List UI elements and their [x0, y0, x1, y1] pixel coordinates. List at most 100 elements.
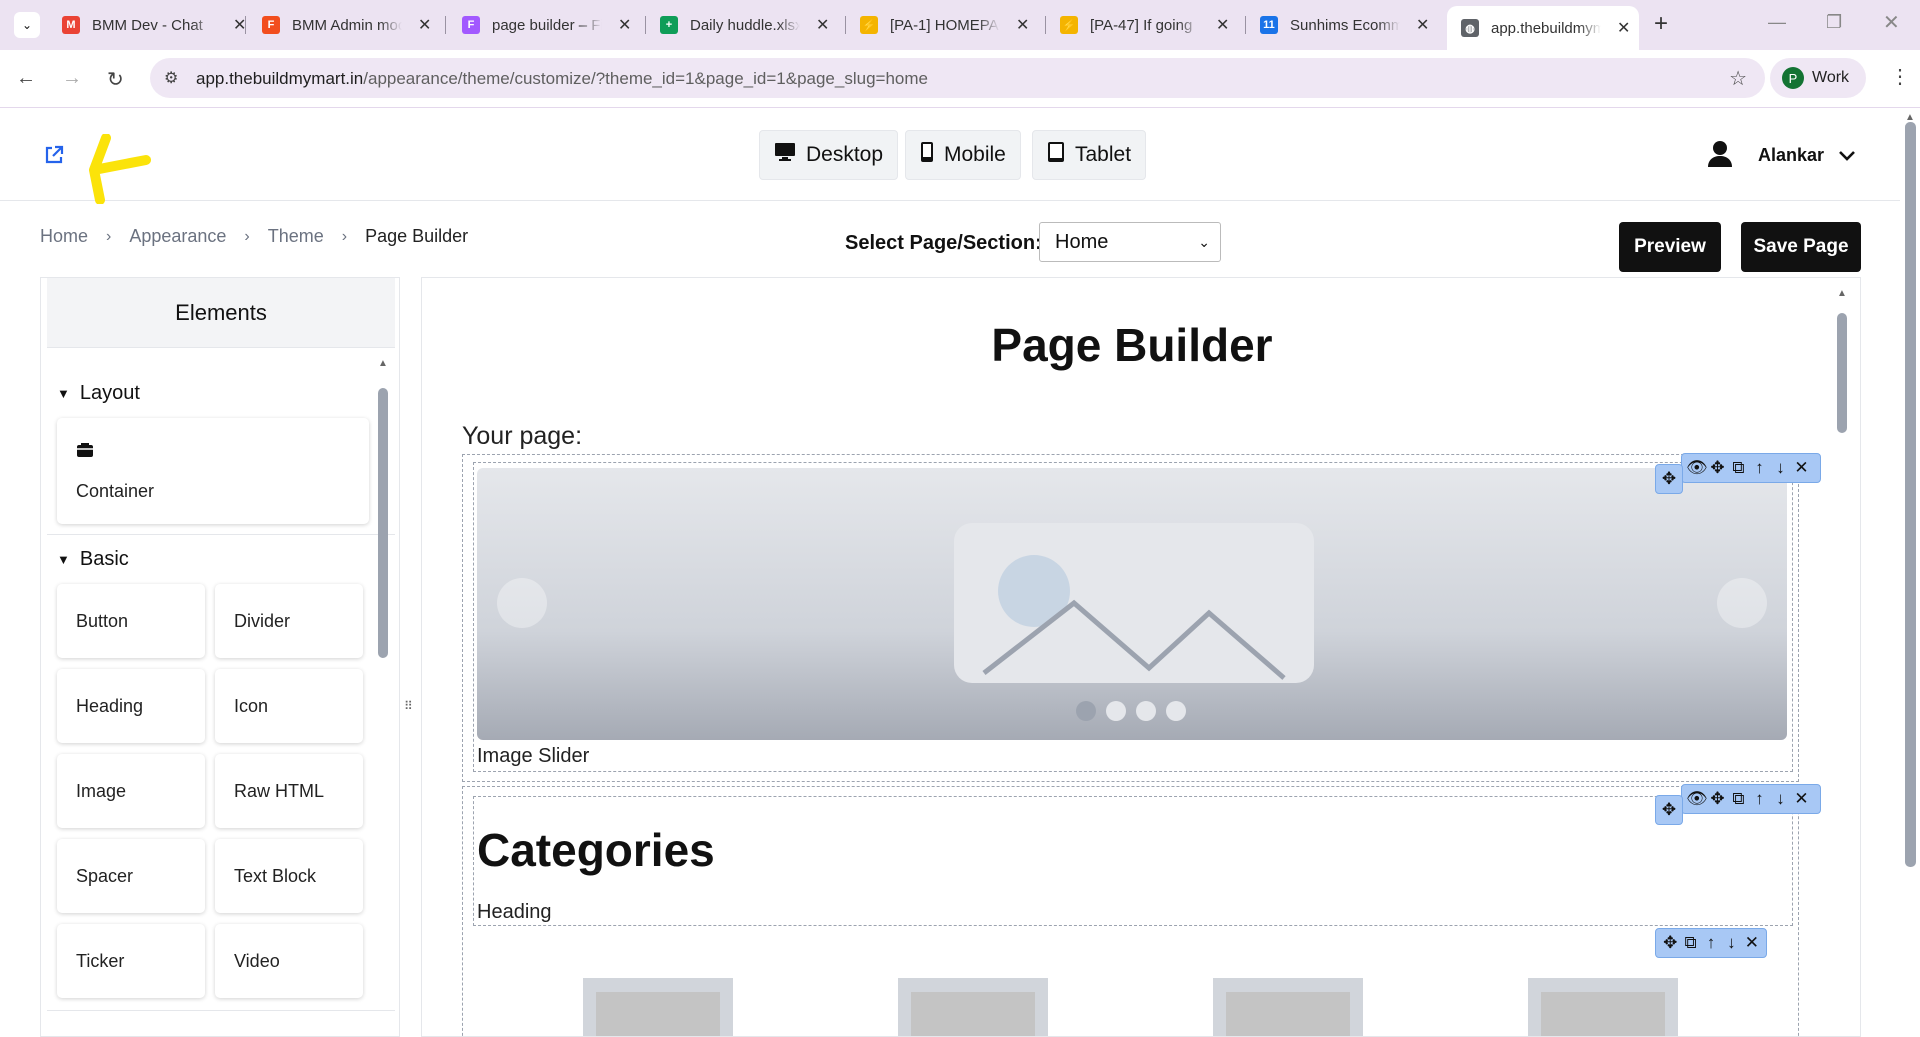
mobile-view-button[interactable]: Mobile — [905, 130, 1021, 180]
copy-icon[interactable]: ⧉ — [1728, 458, 1749, 478]
close-icon[interactable]: ✕ — [418, 15, 431, 35]
device-label: Tablet — [1075, 143, 1132, 166]
browser-tab-active[interactable]: ◍ app.thebuildmymart.in ✕ — [1447, 6, 1639, 50]
resize-handle-icon[interactable]: ⠿ — [404, 699, 413, 713]
scroll-up-icon[interactable]: ▲ — [378, 358, 388, 369]
tab-search-icon[interactable]: ⌄ — [14, 12, 40, 38]
desktop-view-button[interactable]: Desktop — [759, 130, 899, 180]
user-name[interactable]: Alankar — [1758, 145, 1824, 166]
browser-tab[interactable]: M BMM Dev - Chat ✕ — [62, 10, 246, 40]
chevron-down-icon[interactable] — [1838, 150, 1856, 162]
app-topbar: Desktop Mobile Tablet Alankar — [0, 108, 1900, 201]
restore-icon[interactable]: ❐ — [1826, 12, 1842, 33]
basic-section-toggle[interactable]: ▼ Basic — [57, 548, 129, 571]
tablet-view-button[interactable]: Tablet — [1032, 130, 1147, 180]
eye-icon[interactable]: 👁 — [1686, 458, 1708, 478]
element-text-block[interactable]: Text Block — [215, 839, 363, 913]
element-button[interactable]: Button — [57, 584, 205, 658]
star-icon[interactable]: ☆ — [1729, 66, 1747, 91]
element-divider[interactable]: Divider — [215, 584, 363, 658]
element-heading[interactable]: Heading — [57, 669, 205, 743]
annotation-arrow-icon — [89, 134, 151, 204]
elements-scrollbar[interactable]: ▲ — [377, 358, 389, 1018]
forward-icon[interactable]: → — [62, 67, 82, 90]
move-icon[interactable]: ✥ — [1660, 469, 1678, 489]
external-link-icon[interactable] — [43, 144, 65, 166]
arrow-down-icon[interactable]: ↓ — [1770, 789, 1791, 809]
close-icon[interactable]: ✕ — [816, 15, 829, 35]
slider-dot[interactable] — [1136, 701, 1156, 721]
slider-next-button[interactable] — [1717, 578, 1767, 628]
browser-tab[interactable]: F page builder – Figma ✕ — [462, 10, 631, 40]
browser-tab[interactable]: F BMM Admin mockup ✕ — [262, 10, 431, 40]
browser-tab[interactable]: ⚡ [PA-1] HOMEPAGE ✕ — [860, 10, 1029, 40]
close-icon[interactable]: ✕ — [1216, 15, 1229, 35]
close-icon[interactable]: ✕ — [1016, 15, 1029, 35]
category-thumbnail[interactable] — [583, 978, 733, 1036]
layout-section-toggle[interactable]: ▼ Layout — [57, 382, 140, 405]
move-icon[interactable]: ✥ — [1660, 800, 1678, 820]
back-icon[interactable]: ← — [16, 67, 36, 90]
breadcrumb-theme[interactable]: Theme — [268, 226, 324, 247]
omnibox[interactable]: ⚙ app.thebuildmymart.in/appearance/theme… — [150, 58, 1765, 98]
save-page-button[interactable]: Save Page — [1741, 222, 1861, 272]
site-info-icon[interactable]: ⚙ — [164, 68, 178, 88]
move-icon[interactable]: ✥ — [1707, 789, 1728, 809]
user-icon[interactable] — [1707, 140, 1733, 168]
arrow-down-icon[interactable]: ↓ — [1721, 933, 1741, 953]
element-raw-html[interactable]: Raw HTML — [215, 754, 363, 828]
arrow-up-icon[interactable]: ↑ — [1749, 789, 1770, 809]
element-icon[interactable]: Icon — [215, 669, 363, 743]
select-page-dropdown[interactable]: Home ⌄ — [1039, 222, 1221, 262]
element-container[interactable]: Container — [57, 418, 369, 524]
arrow-up-icon[interactable]: ↑ — [1749, 458, 1770, 478]
page-scrollbar-thumb[interactable] — [1905, 122, 1916, 867]
minimize-icon[interactable]: — — [1768, 12, 1786, 33]
box-icon — [77, 443, 93, 457]
reload-icon[interactable]: ↻ — [107, 67, 124, 92]
tab-title: Sunhims Ecommerce — [1290, 16, 1400, 34]
arrow-up-icon[interactable]: ↑ — [1701, 933, 1721, 953]
browser-tab[interactable]: 11 Sunhims Ecommerce ✕ — [1260, 10, 1429, 40]
eye-icon[interactable]: 👁 — [1686, 789, 1708, 809]
close-icon[interactable]: ✕ — [1742, 933, 1762, 953]
arrow-down-icon[interactable]: ↓ — [1770, 458, 1791, 478]
image-slider[interactable] — [477, 468, 1787, 740]
slider-prev-button[interactable] — [497, 578, 547, 628]
browser-tab[interactable]: + Daily huddle.xlsx ✕ — [660, 10, 829, 40]
slider-dot-active[interactable] — [1076, 701, 1096, 721]
desktop-icon — [774, 142, 796, 168]
slider-dot[interactable] — [1106, 701, 1126, 721]
menu-icon[interactable]: ⋮ — [1890, 64, 1910, 89]
browser-tab[interactable]: ⚡ [PA-47] If going ✕ — [1060, 10, 1229, 40]
canvas-scrollbar-thumb[interactable] — [1837, 313, 1847, 433]
breadcrumb-appearance[interactable]: Appearance — [129, 226, 226, 247]
scrollbar-thumb[interactable] — [378, 388, 388, 658]
copy-icon[interactable]: ⧉ — [1680, 933, 1700, 953]
element-spacer[interactable]: Spacer — [57, 839, 205, 913]
breadcrumb-home[interactable]: Home — [40, 226, 88, 247]
window-close-icon[interactable]: ✕ — [1883, 10, 1900, 35]
close-icon[interactable]: ✕ — [618, 15, 631, 35]
url-text[interactable]: app.thebuildmymart.in/appearance/theme/c… — [196, 69, 928, 89]
move-icon[interactable]: ✥ — [1660, 933, 1680, 953]
element-image[interactable]: Image — [57, 754, 205, 828]
copy-icon[interactable]: ⧉ — [1728, 789, 1749, 809]
category-thumbnail[interactable] — [1528, 978, 1678, 1036]
element-ticker[interactable]: Ticker — [57, 924, 205, 998]
categories-heading[interactable]: Categories — [477, 823, 715, 877]
scroll-up-icon[interactable]: ▲ — [1837, 288, 1847, 299]
close-icon[interactable]: ✕ — [1416, 15, 1429, 35]
move-icon[interactable]: ✥ — [1707, 458, 1728, 478]
close-icon[interactable]: ✕ — [1791, 458, 1812, 478]
slider-dot[interactable] — [1166, 701, 1186, 721]
preview-button[interactable]: Preview — [1619, 222, 1721, 272]
new-tab-icon[interactable]: + — [1654, 10, 1668, 38]
element-video[interactable]: Video — [215, 924, 363, 998]
close-icon[interactable]: ✕ — [1617, 18, 1630, 38]
tab-title: Daily huddle.xlsx — [690, 16, 800, 34]
profile-button[interactable]: P Work — [1770, 58, 1866, 98]
close-icon[interactable]: ✕ — [1791, 789, 1812, 809]
category-thumbnail[interactable] — [1213, 978, 1363, 1036]
category-thumbnail[interactable] — [898, 978, 1048, 1036]
